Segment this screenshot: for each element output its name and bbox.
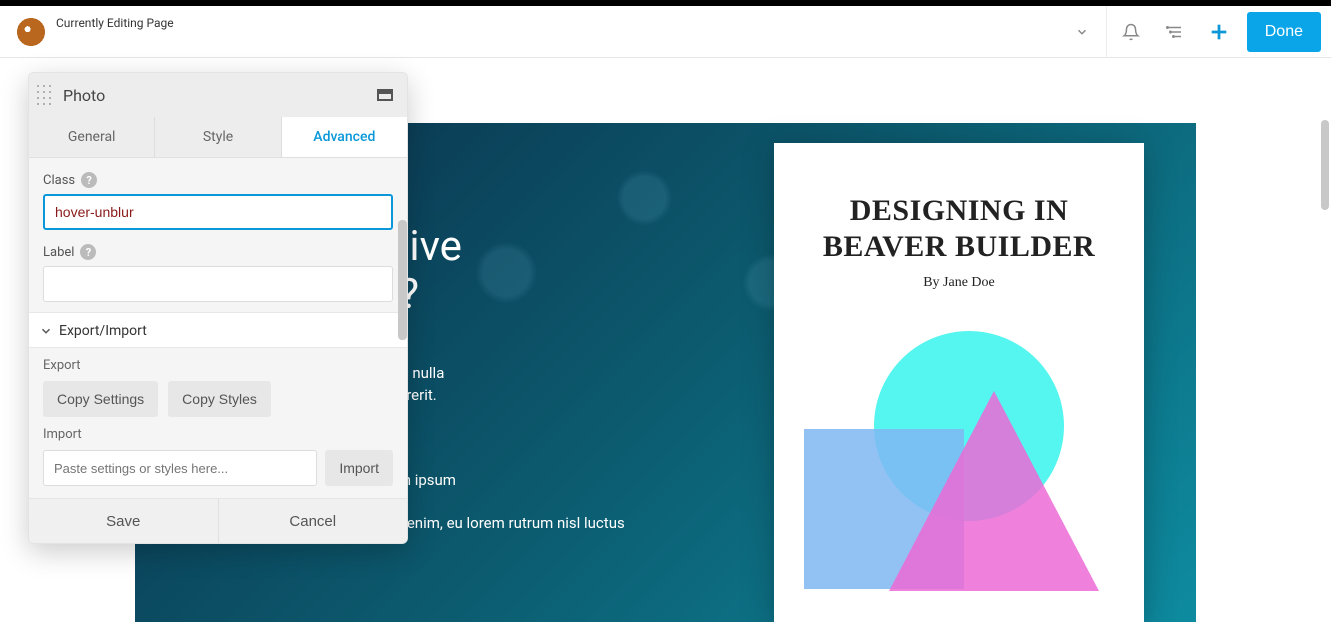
expand-panel-icon[interactable] (377, 89, 393, 101)
panel-tabs: General Style Advanced (29, 117, 407, 158)
import-label: Import (43, 427, 393, 442)
top-toolbar: Currently Editing Page Done (0, 6, 1331, 58)
panel-scrollbar[interactable] (398, 220, 407, 340)
tab-style[interactable]: Style (155, 117, 281, 157)
save-button[interactable]: Save (29, 499, 219, 543)
page-scrollbar[interactable] (1321, 120, 1329, 210)
class-input[interactable] (43, 194, 393, 230)
tab-general[interactable]: General (29, 117, 155, 157)
help-icon[interactable]: ? (81, 172, 97, 188)
drag-handle-icon[interactable] (35, 83, 53, 107)
label-input[interactable] (43, 266, 393, 302)
module-settings-panel: Photo General Style Advanced Class ? Lab… (28, 72, 408, 544)
pink-triangle-shape (889, 391, 1099, 591)
label-field-label: Label ? (43, 244, 393, 260)
copy-styles-button[interactable]: Copy Styles (168, 381, 271, 417)
book-title: DESIGNING IN BEAVER BUILDER (804, 193, 1114, 265)
editing-page-label: Currently Editing Page (56, 16, 174, 30)
book-cover-image[interactable]: DESIGNING IN BEAVER BUILDER By Jane Doe (774, 143, 1144, 622)
book-shapes (804, 331, 1114, 591)
panel-title: Photo (63, 86, 377, 105)
import-button[interactable]: Import (325, 450, 393, 486)
outline-tree-icon[interactable] (1153, 10, 1197, 54)
chevron-down-icon (39, 324, 53, 338)
done-button[interactable]: Done (1247, 12, 1321, 52)
help-icon[interactable]: ? (80, 244, 96, 260)
toolbar-divider (1106, 6, 1107, 58)
copy-settings-button[interactable]: Copy Settings (43, 381, 158, 417)
tab-advanced[interactable]: Advanced (282, 117, 407, 157)
notifications-icon[interactable] (1109, 10, 1153, 54)
export-label: Export (43, 358, 393, 373)
page-dropdown-button[interactable] (1060, 10, 1104, 54)
import-paste-input[interactable] (43, 450, 317, 486)
book-author: By Jane Doe (804, 275, 1114, 291)
panel-header[interactable]: Photo (29, 73, 407, 117)
cancel-button[interactable]: Cancel (219, 499, 408, 543)
export-import-section-toggle[interactable]: Export/Import (29, 312, 407, 348)
add-content-button[interactable] (1197, 10, 1241, 54)
beaver-logo-icon[interactable] (14, 18, 48, 46)
class-field-label: Class ? (43, 172, 393, 188)
